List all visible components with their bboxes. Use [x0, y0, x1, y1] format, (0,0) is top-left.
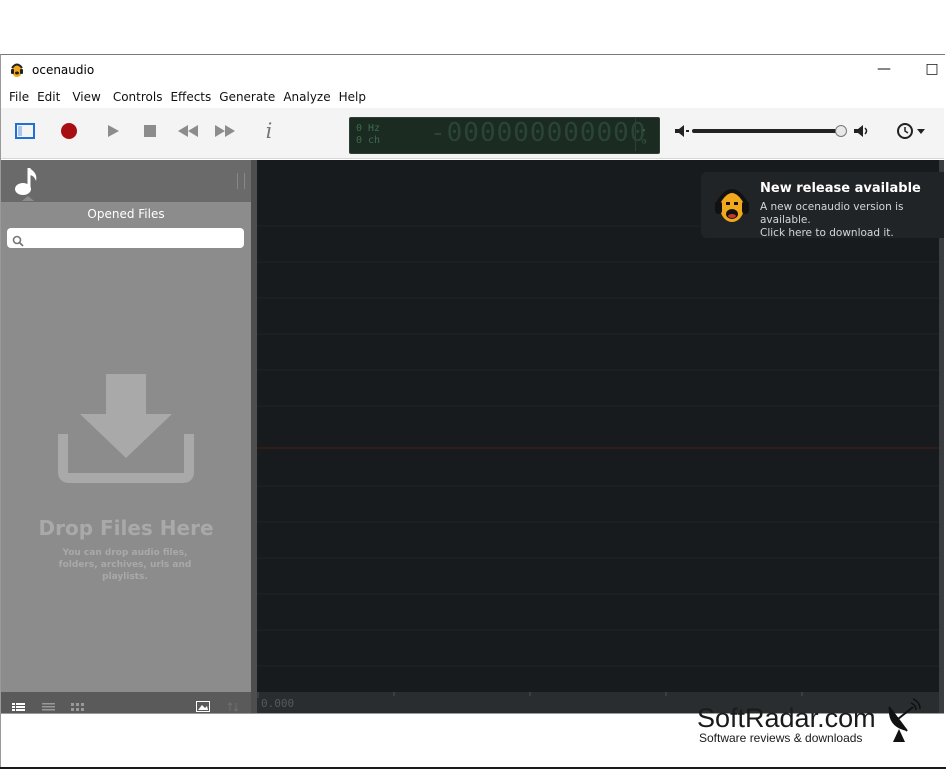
window-title: ocenaudio — [32, 63, 95, 77]
play-icon[interactable] — [104, 120, 122, 142]
satellite-dish-icon — [885, 697, 925, 747]
svg-text:⇥: ⇥ — [641, 126, 645, 134]
search-icon — [12, 232, 24, 251]
menu-bar: File Edit View Controls Effects Generate… — [1, 86, 944, 108]
sidebar-resize-handle[interactable] — [237, 173, 245, 189]
info-icon[interactable]: i — [261, 119, 277, 143]
clock-icon[interactable] — [896, 120, 928, 142]
volume-slider-thumb[interactable] — [834, 125, 847, 137]
notification-line-2: Click here to download it. — [760, 227, 894, 239]
volume-low-icon — [674, 120, 690, 142]
stop-icon[interactable] — [141, 120, 159, 142]
maximize-button[interactable]: □ — [917, 58, 946, 80]
file-search-input[interactable] — [7, 228, 244, 248]
sample-rate-readout: 0 Hz — [356, 123, 381, 134]
record-icon[interactable] — [59, 120, 79, 142]
volume-high-icon — [853, 120, 871, 142]
drop-files-title: Drop Files Here — [38, 516, 214, 540]
menu-help[interactable]: Help — [339, 86, 374, 108]
menu-view[interactable]: View — [68, 86, 108, 108]
watermark-tagline: Software reviews & downloads — [699, 731, 863, 745]
menu-controls[interactable]: Controls — [109, 86, 171, 108]
volume-slider[interactable] — [692, 129, 844, 133]
channels-readout: 0 ch — [356, 135, 381, 146]
fast-forward-icon[interactable] — [214, 120, 236, 142]
sidebar-title: Opened Files — [87, 207, 165, 221]
menu-generate[interactable]: Generate — [219, 86, 283, 108]
vertical-scrollbar[interactable] — [939, 160, 944, 713]
drop-files-subtitle: You can drop audio files, folders, archi… — [58, 548, 192, 582]
ocenaudio-logo-icon — [10, 62, 24, 78]
menu-analyze[interactable]: Analyze — [283, 86, 338, 108]
svg-text:◷: ◷ — [642, 137, 647, 145]
display-divider — [635, 118, 636, 151]
display-mode-icon[interactable]: ⇥ ◷ — [641, 124, 653, 150]
sidebar-footer — [1, 692, 251, 713]
notification-title: New release available — [760, 181, 921, 196]
sidebar-toggle-icon[interactable] — [14, 120, 36, 142]
rewind-icon[interactable] — [177, 120, 199, 142]
menu-edit[interactable]: Edit — [37, 86, 68, 108]
notification-body: A new ocenaudio version is available. Cl… — [760, 201, 946, 240]
timeline-start-label: 0.000 — [261, 697, 295, 710]
menu-effects[interactable]: Effects — [170, 86, 219, 108]
menu-file[interactable]: File — [1, 86, 37, 108]
title-bar — [1, 55, 944, 85]
notification-line-1: A new ocenaudio version is available. — [760, 201, 904, 226]
minimize-button[interactable]: — — [869, 58, 899, 80]
ocenaudio-mascot-icon — [713, 181, 751, 231]
music-note-icon[interactable] — [12, 165, 42, 205]
time-readout: -000000000000 — [430, 118, 647, 148]
drop-download-icon — [58, 372, 194, 488]
watermark-brand: SoftRadar.com — [697, 703, 876, 733]
